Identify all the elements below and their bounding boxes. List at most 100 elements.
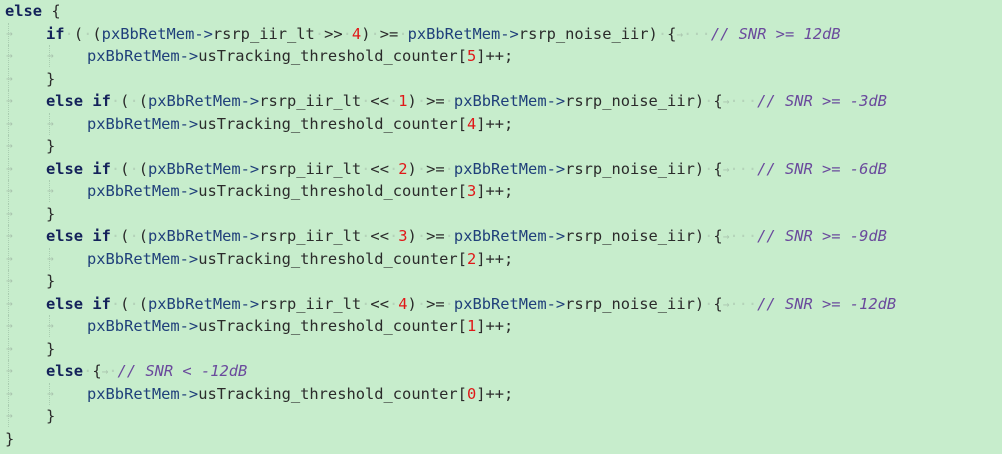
code-token: ( <box>92 24 102 43</box>
code-token: } <box>46 272 56 290</box>
code-line-if-3[interactable]: → else if·(·(pxBbRetMem->rsrp_iir_lt·<<·3… <box>5 225 1000 247</box>
code-token: << <box>370 227 389 245</box>
pointer-token: pxBbRetMem-> <box>148 92 260 110</box>
code-line-close-1[interactable]: →} <box>5 135 1000 157</box>
code-token: ++; <box>485 317 514 335</box>
shift-number: 4 <box>398 294 408 313</box>
pointer-token: pxBbRetMem-> <box>87 182 199 200</box>
code-line-counter-1[interactable]: → → pxBbRetMem->usTracking_threshold_count… <box>5 112 1000 135</box>
field-token: usTracking_threshold_counter <box>198 249 458 268</box>
line-content: } <box>46 68 55 90</box>
code-line-counter-4[interactable]: → → pxBbRetMem->usTracking_threshold_count… <box>5 315 1000 337</box>
line-content: else·{→·// SNR < -12dB <box>46 360 247 383</box>
field-token: usTracking_threshold_counter <box>198 114 458 133</box>
code-line-close-4[interactable]: →} <box>5 337 1000 360</box>
whitespace: · <box>370 24 380 43</box>
field-token: rsrp_noise_iir <box>565 227 695 245</box>
line-content: else if·(·(pxBbRetMem->rsrp_iir_lt·<<·3)… <box>46 225 887 248</box>
keyword-if: if <box>46 24 65 43</box>
whitespace: · <box>388 294 399 313</box>
code-line-if-1[interactable]: → else if·(·(pxBbRetMem->rsrp_iir_lt·<<·1… <box>5 90 1000 112</box>
line-content: pxBbRetMem->usTracking_threshold_counter… <box>87 47 514 65</box>
tab-marker: → <box>47 184 54 197</box>
code-token: >> <box>324 24 343 43</box>
pointer-token: pxBbRetMem-> <box>453 159 566 178</box>
keyword-if: else if <box>46 294 111 313</box>
whitespace: · <box>129 159 139 178</box>
code-line-if-2[interactable]: → else if·(·(pxBbRetMem->rsrp_iir_lt·<<·2… <box>5 157 1000 181</box>
code-token: ( <box>138 294 148 313</box>
code-token: ( <box>138 159 148 178</box>
whitespace: · <box>108 362 118 380</box>
code-token: } <box>46 69 56 88</box>
tab-marker: → <box>47 49 54 62</box>
counter-index: 0 <box>466 384 477 403</box>
whitespace: · <box>129 227 139 245</box>
code-line-close-0[interactable]: →} <box>5 67 1000 90</box>
code-line-final-else[interactable]: → else·{→·// SNR < -12dB <box>5 360 1000 382</box>
line-content: } <box>46 203 55 225</box>
field-token: usTracking_threshold_counter <box>198 384 458 403</box>
tab-marker: → <box>6 386 13 400</box>
whitespace: · <box>444 92 454 110</box>
pointer-token: pxBbRetMem-> <box>87 47 199 65</box>
tab-marker: → <box>6 71 13 85</box>
shift-number: 1 <box>398 92 408 110</box>
code-line-if-4[interactable]: → else if·(·(pxBbRetMem->rsrp_iir_lt·<<·4… <box>5 292 1000 316</box>
code-line-counter-else[interactable]: → → pxBbRetMem->usTracking_threshold_count… <box>5 382 1000 405</box>
code-token: ++; <box>485 182 514 200</box>
line-content: else if·(·(pxBbRetMem->rsrp_iir_lt·<<·4)… <box>46 293 896 316</box>
line-content: pxBbRetMem->usTracking_threshold_counter… <box>87 317 514 335</box>
field-token: rsrp_iir_lt <box>259 227 362 245</box>
tab-marker: → <box>6 26 13 40</box>
whitespace: · <box>129 92 139 110</box>
code-line-counter-0[interactable]: → → pxBbRetMem->usTracking_threshold_count… <box>5 45 1000 67</box>
whitespace: ··· <box>729 159 758 178</box>
code-token: >= <box>426 92 445 110</box>
line-content: else if·(·(pxBbRetMem->rsrp_iir_lt·<<·2)… <box>46 158 887 181</box>
code-editor[interactable]: else {→ if·(·(pxBbRetMem->rsrp_iir_lt·>>·… <box>0 0 1002 454</box>
code-line-close-3[interactable]: →} <box>5 270 1000 292</box>
counter-index: 5 <box>466 47 477 65</box>
code-token: ( <box>138 227 148 245</box>
code-token: >= <box>379 24 399 43</box>
pointer-token: pxBbRetMem-> <box>87 249 199 268</box>
code-line-outer-close[interactable]: } <box>5 428 1000 450</box>
line-content: pxBbRetMem->usTracking_threshold_counter… <box>87 384 514 403</box>
whitespace: ··· <box>683 24 711 43</box>
tab-marker: → <box>6 184 13 197</box>
tab-marker: → <box>6 139 13 152</box>
keyword-if: else if <box>46 159 111 178</box>
field-token: rsrp_noise_iir <box>565 92 695 110</box>
snr-comment: // SNR >= 12dB <box>710 24 841 43</box>
code-token: { <box>713 159 723 178</box>
pointer-token: pxBbRetMem-> <box>101 24 213 43</box>
tab-marker: → <box>6 116 13 130</box>
code-token: { <box>713 294 723 313</box>
tab-marker: → <box>47 251 54 265</box>
line-content: pxBbRetMem->usTracking_threshold_counter… <box>87 114 514 133</box>
code-line-if-0[interactable]: → if·(·(pxBbRetMem->rsrp_iir_lt·>>·4)·>=·… <box>5 22 1000 45</box>
code-line-counter-2[interactable]: → → pxBbRetMem->usTracking_threshold_count… <box>5 180 1000 202</box>
code-token: << <box>370 294 389 313</box>
code-line-close-else[interactable]: →} <box>5 405 1000 427</box>
code-token: ) <box>694 294 705 313</box>
whitespace: · <box>398 24 408 43</box>
tab-marker: → <box>6 161 13 175</box>
keyword-if: else if <box>46 92 111 110</box>
code-line-counter-3[interactable]: → → pxBbRetMem->usTracking_threshold_count… <box>5 247 1000 270</box>
whitespace: · <box>416 294 427 313</box>
line-content: else if·(·(pxBbRetMem->rsrp_iir_lt·<<·1)… <box>46 90 887 113</box>
keyword-else: else <box>46 362 84 380</box>
field-token: rsrp_iir_lt <box>212 24 315 43</box>
code-line-close-2[interactable]: →} <box>5 202 1000 225</box>
counter-index: 3 <box>466 182 477 200</box>
counter-index: 4 <box>466 114 477 133</box>
code-token: } <box>46 137 56 155</box>
code-line-else-open[interactable]: else { <box>5 0 1000 22</box>
code-token: ) <box>407 92 417 110</box>
whitespace: · <box>342 24 352 43</box>
shift-number: 4 <box>351 24 362 43</box>
field-token: rsrp_noise_iir <box>565 294 695 313</box>
